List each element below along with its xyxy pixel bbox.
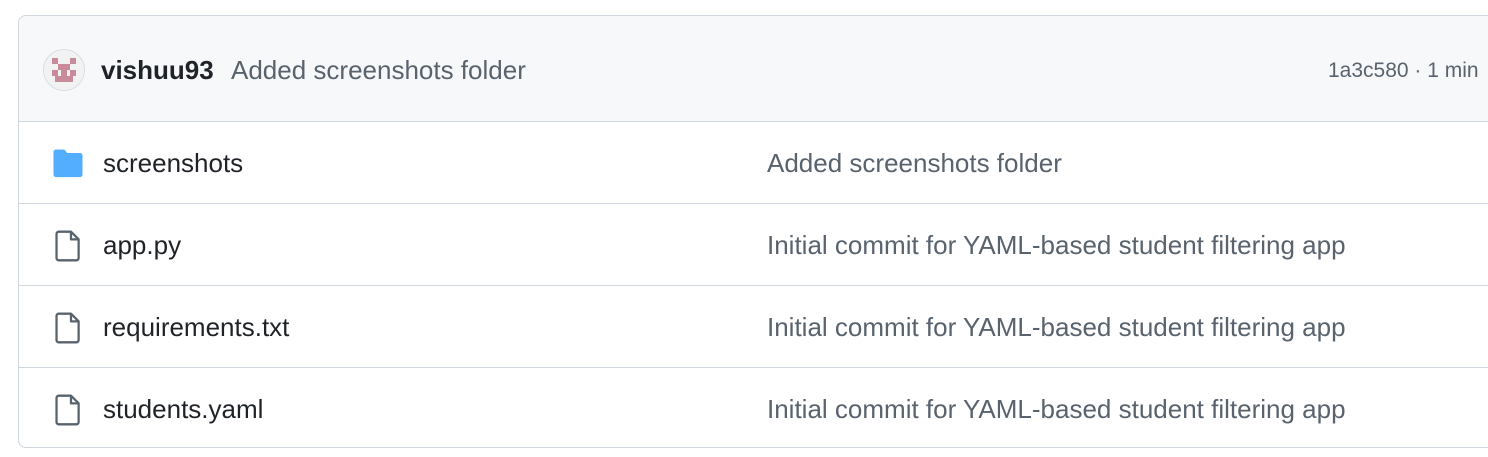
commit-hash-time[interactable]: 1a3c580 · 1 min — [1328, 57, 1479, 85]
file-name-link[interactable]: requirements.txt — [103, 311, 289, 343]
commit-author-link[interactable]: vishuu93 — [101, 54, 214, 86]
file-commit-message-link[interactable]: Added screenshots folder — [767, 147, 1062, 179]
file-row[interactable]: screenshots Added screenshots folder — [19, 122, 1488, 204]
file-icon — [51, 229, 85, 263]
file-row[interactable]: students.yaml Initial commit for YAML-bas… — [19, 368, 1488, 447]
latest-commit-header: vishuu93 Added screenshots folder 1a3c58… — [19, 16, 1488, 122]
file-icon — [51, 393, 85, 427]
folder-icon — [51, 147, 85, 181]
identicon-icon — [44, 50, 84, 90]
file-commit-message-link[interactable]: Initial commit for YAML-based student fi… — [767, 311, 1346, 343]
file-name-link[interactable]: screenshots — [103, 147, 243, 179]
file-row[interactable]: app.py Initial commit for YAML-based stud… — [19, 204, 1488, 286]
file-icon — [51, 311, 85, 345]
file-name-link[interactable]: students.yaml — [103, 393, 263, 425]
author-avatar[interactable] — [43, 49, 85, 91]
file-name-link[interactable]: app.py — [103, 229, 181, 261]
commit-message-link[interactable]: Added screenshots folder — [231, 54, 526, 86]
file-commit-message-link[interactable]: Initial commit for YAML-based student fi… — [767, 393, 1346, 425]
file-list-box: vishuu93 Added screenshots folder 1a3c58… — [18, 15, 1488, 448]
file-row[interactable]: requirements.txt Initial commit for YAML-… — [19, 286, 1488, 368]
file-commit-message-link[interactable]: Initial commit for YAML-based student fi… — [767, 229, 1346, 261]
